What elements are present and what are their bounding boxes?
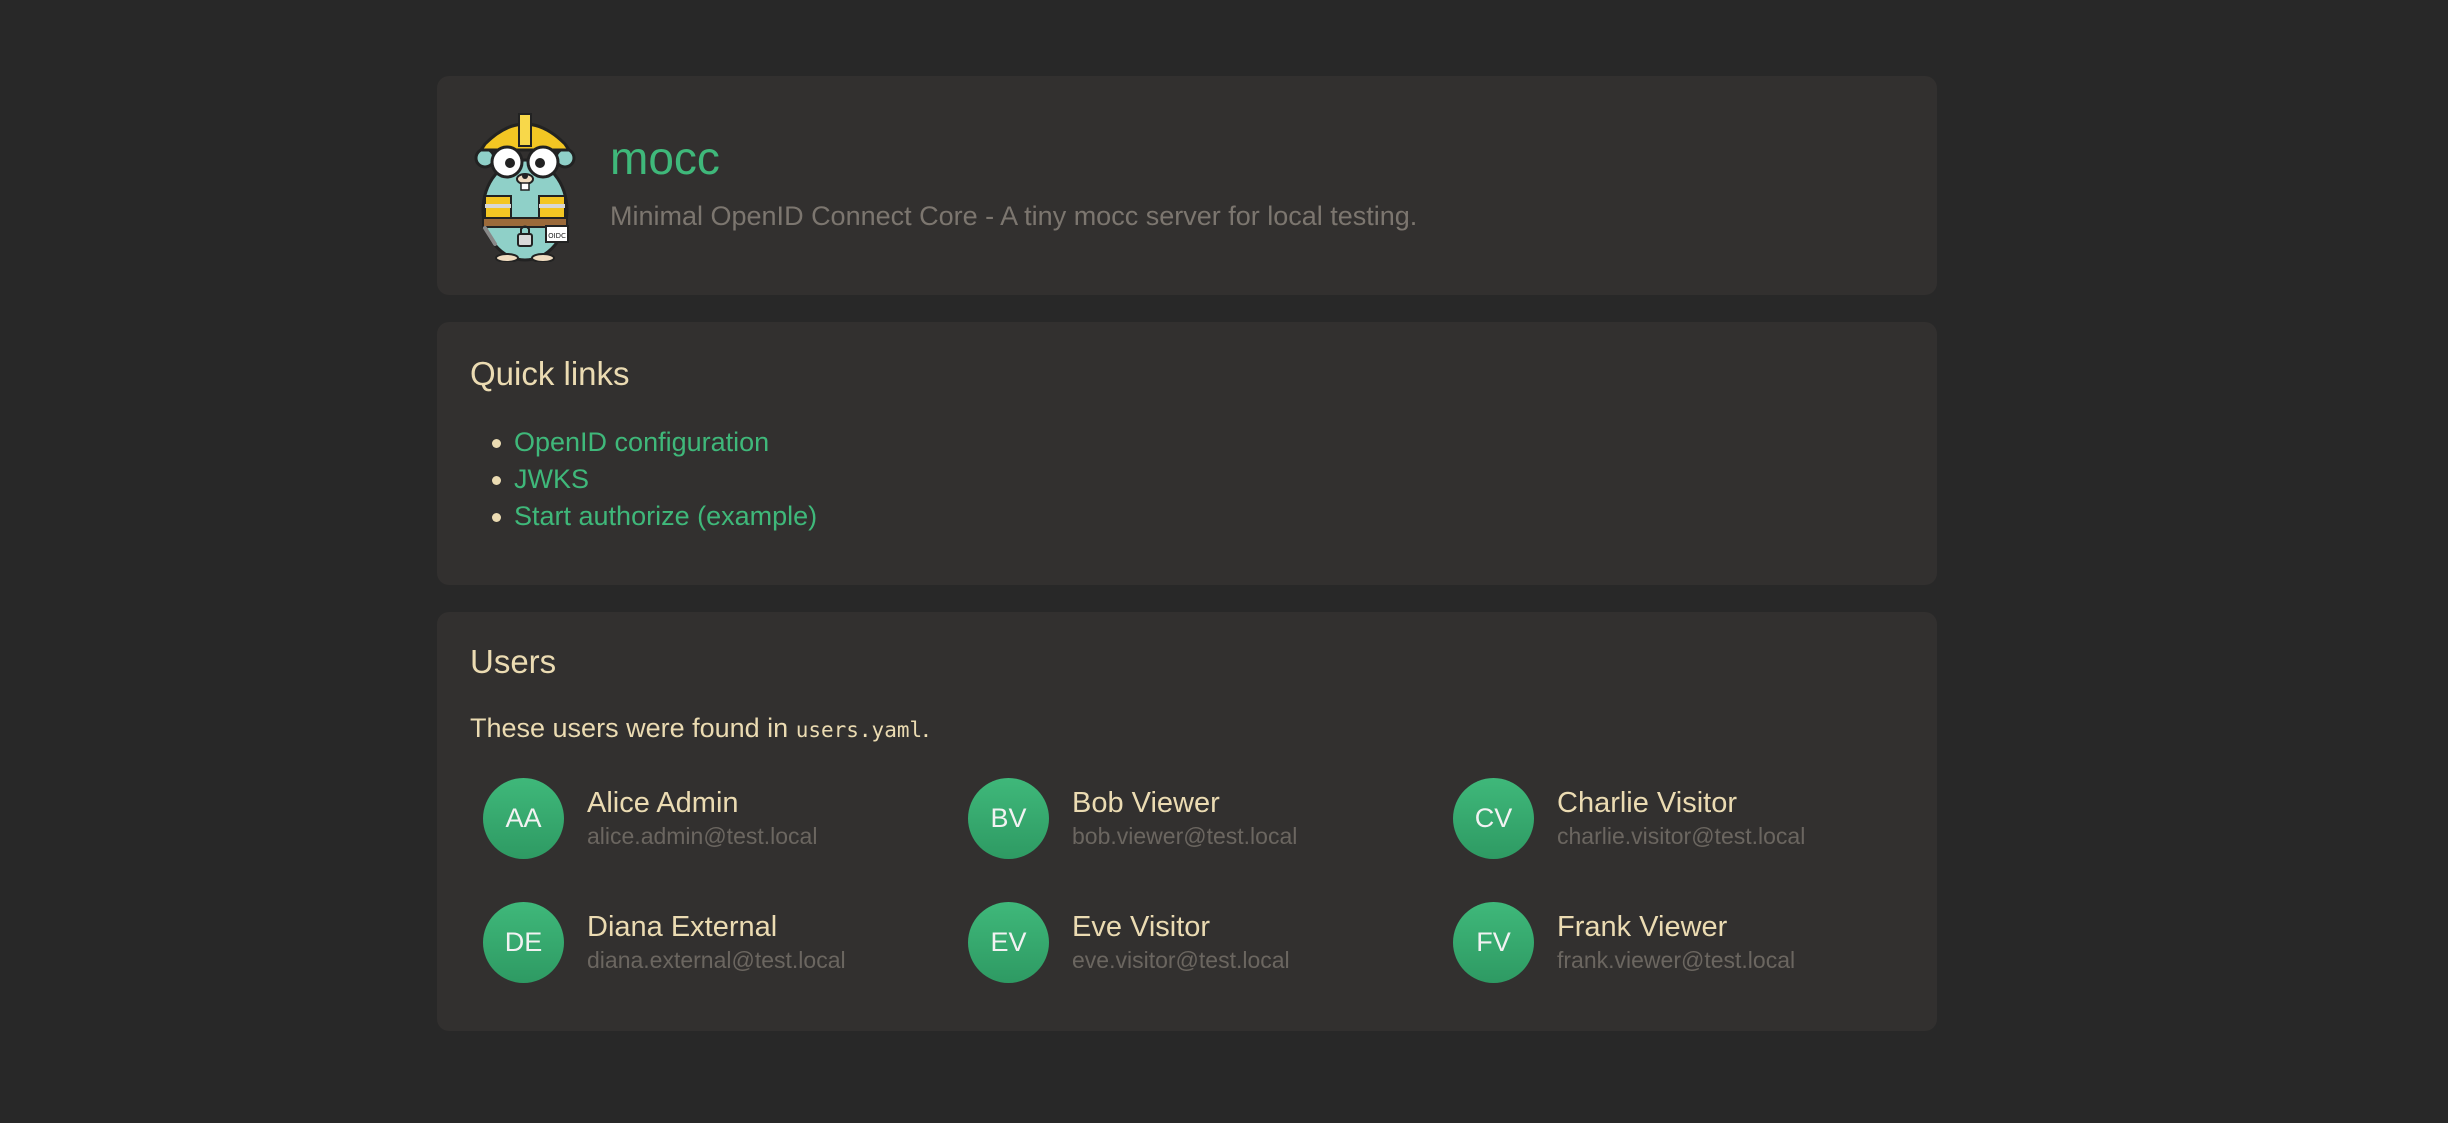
page-subtitle: Minimal OpenID Connect Core - A tiny moc… <box>610 201 1418 231</box>
user-email: alice.admin@test.local <box>587 823 818 850</box>
user-name: Frank Viewer <box>1557 911 1728 944</box>
user-card[interactable]: AA Alice Admin alice.admin@test.local <box>483 778 968 860</box>
users-description-text: These users were found in <box>470 712 796 743</box>
page-title: mocc <box>610 132 720 184</box>
user-email: frank.viewer@test.local <box>1557 947 1796 974</box>
avatar: DE <box>483 902 564 984</box>
users-file-name: users.yaml <box>795 717 923 742</box>
user-card[interactable]: BV Bob Viewer bob.viewer@test.local <box>968 778 1453 860</box>
user-info: Frank Viewer frank.viewer@test.local <box>1557 911 1796 974</box>
openid-configuration-link[interactable]: OpenID configuration <box>514 427 769 457</box>
start-authorize-link[interactable]: Start authorize (example) <box>514 501 817 531</box>
avatar: EV <box>968 902 1049 984</box>
user-name: Eve Visitor <box>1072 911 1211 944</box>
svg-text:OIDC: OIDC <box>548 232 566 240</box>
avatar: BV <box>968 778 1049 860</box>
user-email: bob.viewer@test.local <box>1072 823 1298 850</box>
user-info: Alice Admin alice.admin@test.local <box>587 787 818 850</box>
user-email: eve.visitor@test.local <box>1072 947 1290 974</box>
users-title: Users <box>470 643 557 680</box>
list-item: OpenID configuration <box>492 424 1904 461</box>
user-card[interactable]: DE Diana External diana.external@test.lo… <box>483 902 968 984</box>
user-info: Diana External diana.external@test.local <box>587 911 846 974</box>
user-card[interactable]: FV Frank Viewer frank.viewer@test.local <box>1453 902 1893 984</box>
user-name: Alice Admin <box>587 787 739 820</box>
user-info: Bob Viewer bob.viewer@test.local <box>1072 787 1298 850</box>
user-email: charlie.visitor@test.local <box>1557 823 1806 850</box>
user-email: diana.external@test.local <box>587 947 846 974</box>
user-info: Charlie Visitor charlie.visitor@test.loc… <box>1557 787 1806 850</box>
user-card[interactable]: CV Charlie Visitor charlie.visitor@test.… <box>1453 778 1893 860</box>
avatar: FV <box>1453 902 1534 984</box>
page-container: OIDC mocc Minimal OpenID Connect Core - … <box>437 76 1937 1058</box>
header-text: mocc Minimal OpenID Connect Core - A tin… <box>610 135 1417 230</box>
jwks-link[interactable]: JWKS <box>514 464 589 494</box>
user-info: Eve Visitor eve.visitor@test.local <box>1072 911 1290 974</box>
quick-links-title: Quick links <box>470 355 630 392</box>
users-description: These users were found in users.yaml. <box>470 712 1904 744</box>
quick-links-list: OpenID configuration JWKS Start authoriz… <box>470 424 1904 535</box>
user-card[interactable]: EV Eve Visitor eve.visitor@test.local <box>968 902 1453 984</box>
user-grid: AA Alice Admin alice.admin@test.local BV… <box>470 778 1904 984</box>
avatar: AA <box>483 778 564 860</box>
header-card: OIDC mocc Minimal OpenID Connect Core - … <box>437 76 1937 295</box>
user-name: Diana External <box>587 911 778 944</box>
avatar: CV <box>1453 778 1534 860</box>
gopher-mascot-icon: OIDC <box>474 112 576 262</box>
user-name: Bob Viewer <box>1072 787 1220 820</box>
user-name: Charlie Visitor <box>1557 787 1737 820</box>
list-item: Start authorize (example) <box>492 498 1904 535</box>
list-item: JWKS <box>492 461 1904 498</box>
users-description-suffix: . <box>922 712 930 743</box>
quick-links-card: Quick links OpenID configuration JWKS St… <box>437 322 1937 585</box>
users-card: Users These users were found in users.ya… <box>437 612 1937 1031</box>
